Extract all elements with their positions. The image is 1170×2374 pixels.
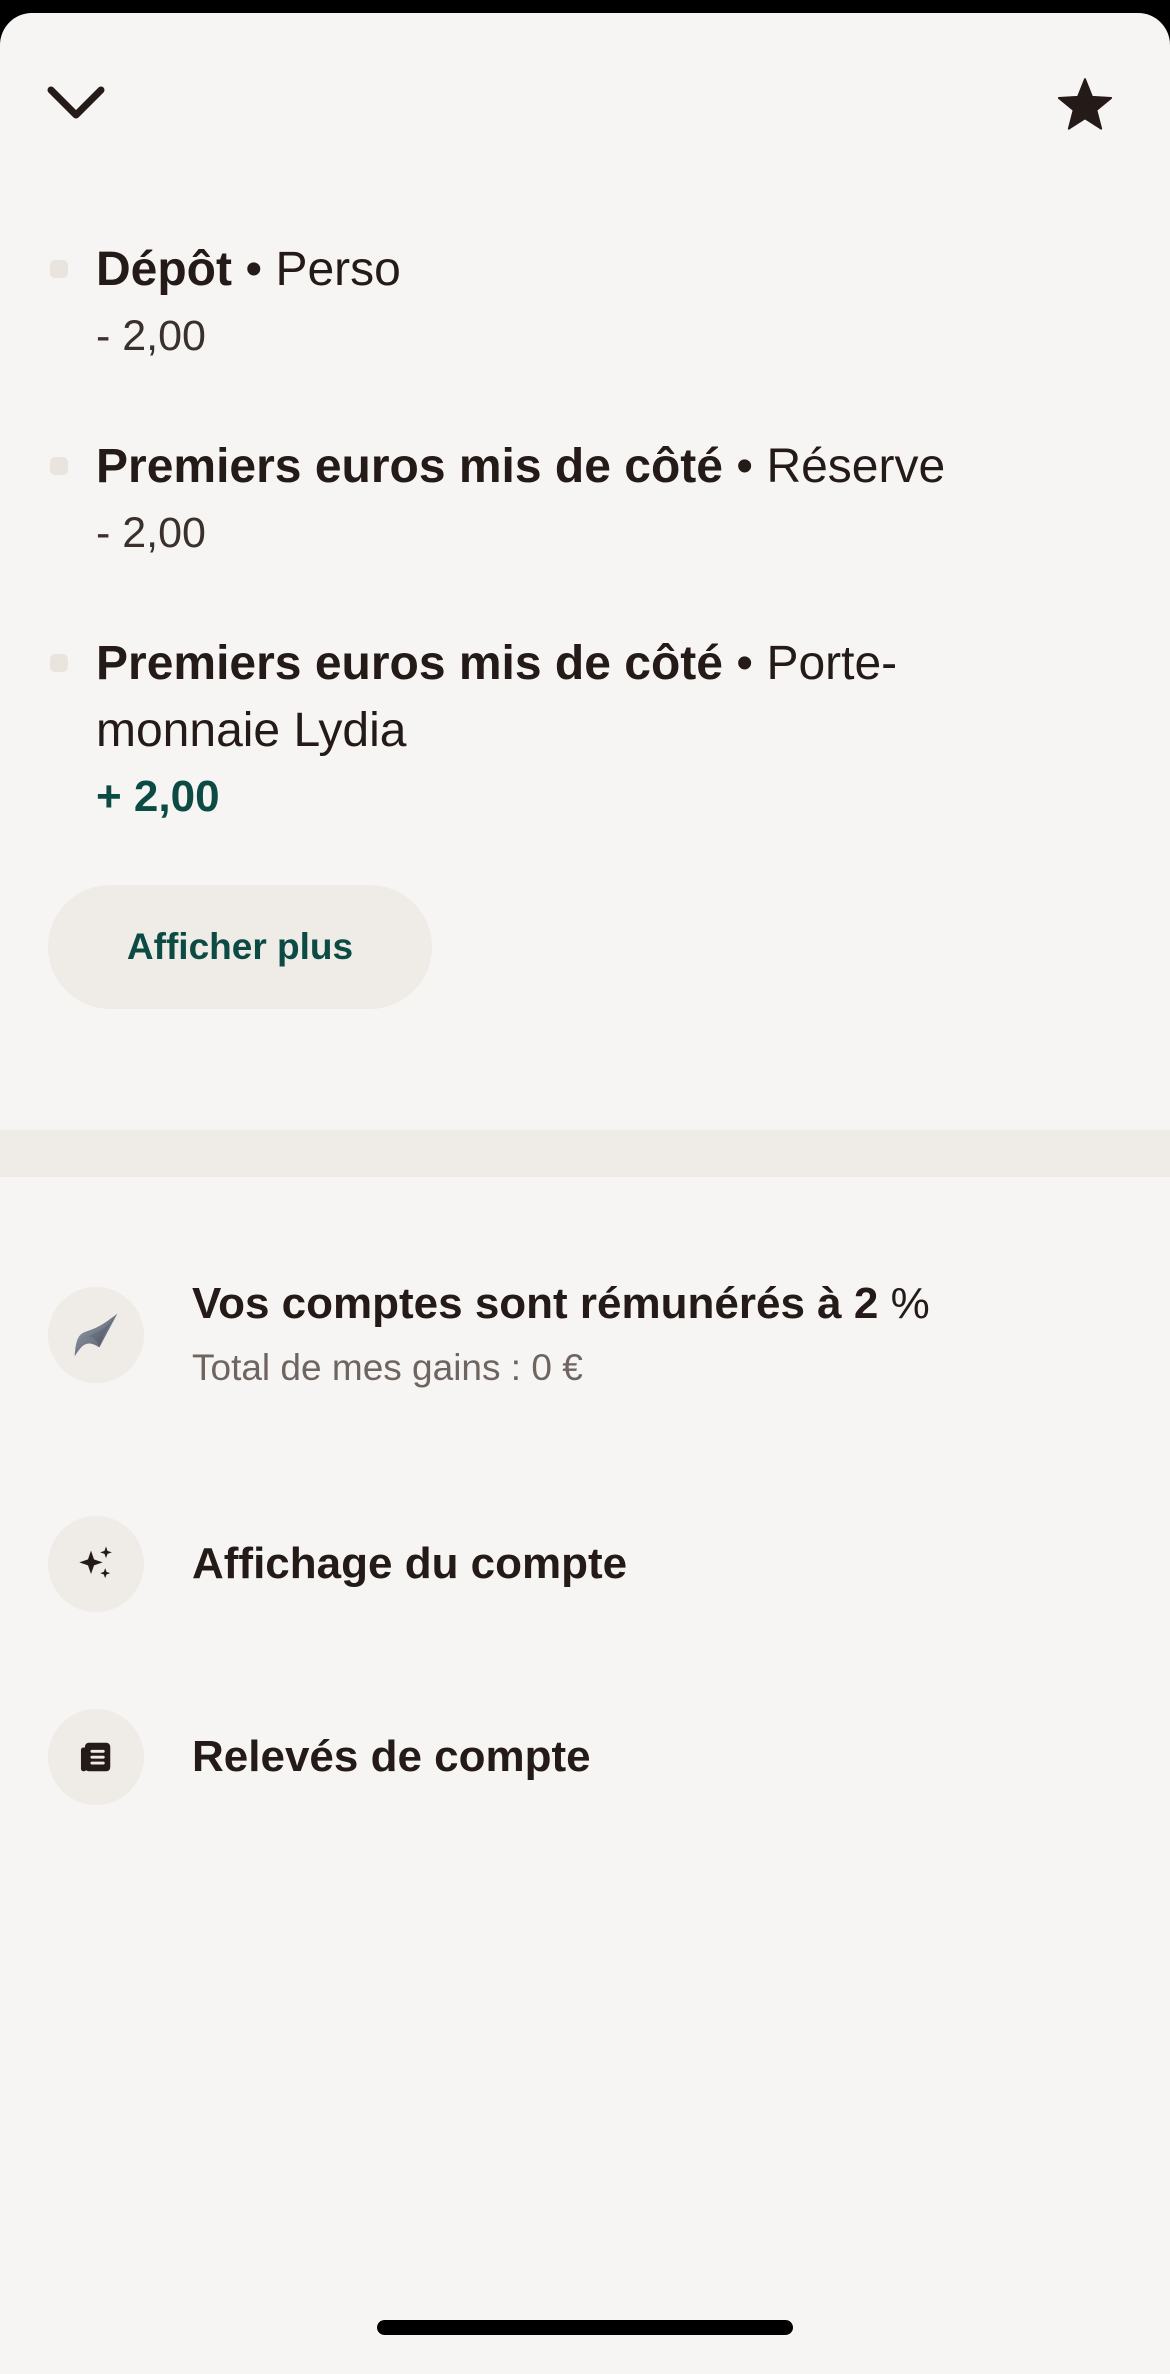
transaction-amount: - 2,00 [96, 312, 206, 360]
section-divider [0, 1130, 1170, 1177]
collapse-button[interactable] [36, 63, 116, 143]
transaction-item[interactable]: Dépôt • Perso - 2,00 [50, 236, 1106, 369]
transaction-amount: - 2,00 [96, 509, 206, 557]
interest-rate-unit: % [878, 1279, 930, 1328]
show-more-button[interactable]: Afficher plus [48, 885, 432, 1009]
interest-icon-chip [48, 1287, 144, 1383]
favorite-button[interactable] [1045, 65, 1125, 145]
interest-rate-value: 2 [853, 1279, 879, 1328]
transaction-title: Premiers euros mis de côté [96, 637, 723, 690]
chevron-down-icon [47, 86, 105, 119]
transaction-item[interactable]: Premiers euros mis de côté • Porte-monna… [50, 630, 996, 830]
transaction-separator: • [722, 637, 767, 690]
transaction-separator: • [722, 440, 767, 493]
bullet [50, 457, 68, 475]
sparkles-icon [79, 1546, 112, 1579]
statements-icon-chip [48, 1709, 144, 1805]
account-detail-sheet: Dépôt • Perso - 2,00 Premiers euros mis … [0, 13, 1170, 2374]
transaction-title: Premiers euros mis de côté [96, 440, 723, 493]
transaction-title: Dépôt [96, 243, 232, 296]
transaction-account: Réserve [766, 440, 946, 493]
transaction-amount: + 2,00 [96, 772, 220, 821]
display-icon-chip [48, 1516, 144, 1612]
statements-title: Relevés de compte [192, 1732, 591, 1781]
display-title: Affichage du compte [192, 1539, 628, 1588]
bullet [50, 260, 68, 278]
account-statements-row[interactable]: Relevés de compte [48, 1709, 1128, 1805]
bullet [50, 654, 68, 672]
interest-subtitle: Total de mes gains : 0 € [192, 1347, 583, 1388]
interest-title: Vos comptes sont rémunérés à [192, 1279, 854, 1328]
document-icon [80, 1742, 111, 1772]
star-icon [1057, 78, 1113, 130]
home-indicator[interactable] [377, 2320, 793, 2335]
transaction-separator: • [231, 243, 276, 296]
sparkle-icon [74, 1313, 118, 1357]
account-display-row[interactable]: Affichage du compte [48, 1516, 1128, 1612]
transaction-item[interactable]: Premiers euros mis de côté • Réserve - 2… [50, 433, 1106, 566]
interest-rate-row[interactable]: Vos comptes sont rémunérés à 2 % Total d… [48, 1274, 1128, 1396]
transaction-account: Perso [275, 243, 401, 296]
